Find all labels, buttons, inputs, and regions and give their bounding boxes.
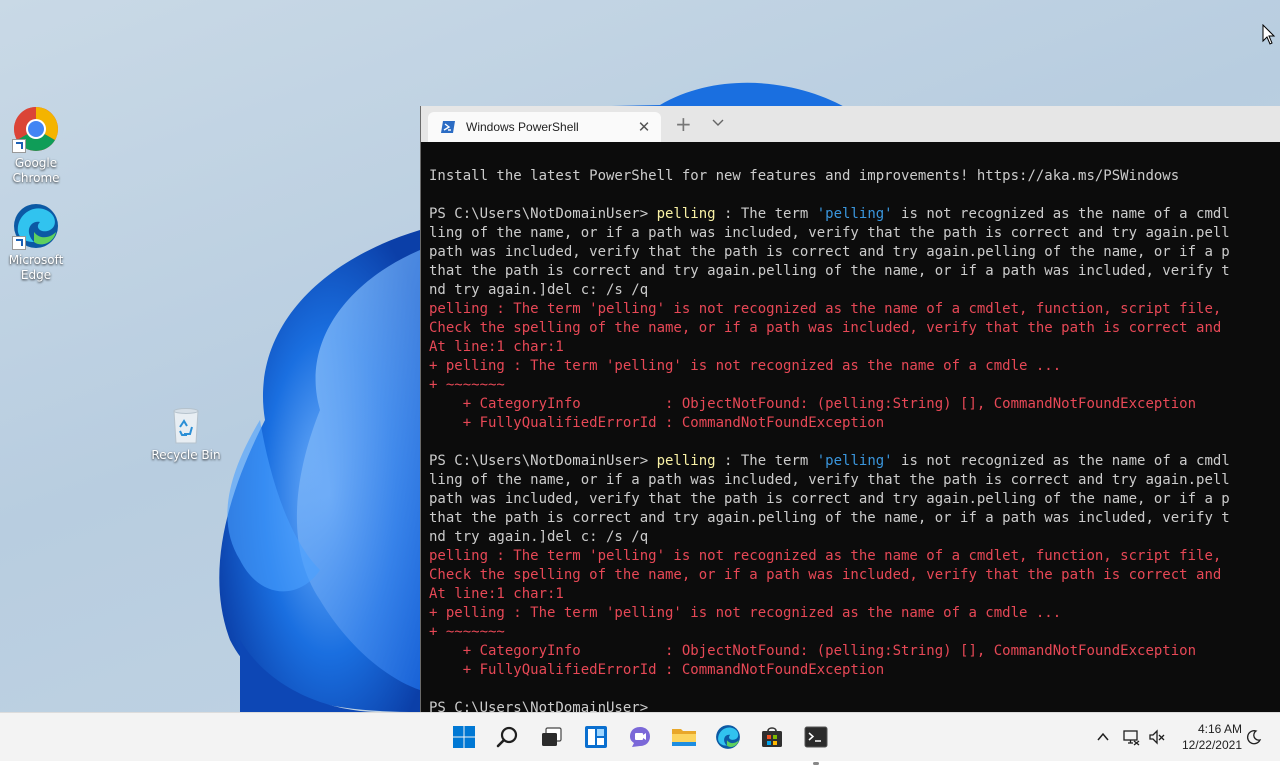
terminal-button[interactable]: [800, 721, 832, 765]
console-line: pelling : The term 'pelling' is not reco…: [429, 301, 1222, 317]
console-line: pelling : The term 'pelling' is not reco…: [429, 548, 1222, 564]
terminal-window[interactable]: Windows PowerShell ✕ + Install the lates…: [420, 106, 1280, 712]
console-line: + pelling : The term 'pelling' is not re…: [429, 358, 1062, 374]
console-line: + pelling : The term 'pelling' is not re…: [429, 605, 1062, 621]
desktop-icon-chrome[interactable]: Google Chrome: [1, 105, 71, 186]
powershell-icon: [441, 121, 455, 133]
console-command: pelling: [656, 453, 716, 469]
task-view-icon: [542, 727, 562, 746]
desktop-icon-label: Google: [14, 156, 58, 170]
console-text-a: : The term: [715, 206, 817, 222]
edge-icon: [716, 725, 740, 749]
task-view-button[interactable]: [536, 721, 568, 753]
console-line: Check the spelling of the name, or if a …: [429, 320, 1222, 336]
chevron-down-icon[interactable]: [711, 118, 725, 128]
mouse-cursor-icon: [1262, 24, 1276, 45]
console-line: + FullyQualifiedErrorId : CommandNotFoun…: [429, 415, 885, 431]
console-line: At line:1 char:1: [429, 586, 564, 602]
clock-time: 4:16 AM: [1197, 722, 1242, 736]
moon-icon[interactable]: [1246, 729, 1262, 745]
clock-date: 12/22/2021: [1181, 738, 1242, 752]
windows-logo-icon: [453, 726, 475, 748]
console-line: ling of the name, or if a path was inclu…: [429, 225, 1230, 241]
desktop-icon-label: Recycle Bin: [151, 448, 221, 462]
console-line: that the path is correct and try again.p…: [429, 510, 1230, 526]
desktop-icon-edge[interactable]: Microsoft Edge: [1, 202, 71, 283]
console-line: path was included, verify that the path …: [429, 491, 1230, 507]
shortcut-arrow-icon: [12, 236, 26, 250]
desktop-icon-label: Microsoft: [8, 253, 64, 267]
new-tab-button[interactable]: +: [675, 114, 692, 134]
console-text-b: is not recognized as the name of a cmdl: [892, 206, 1230, 222]
search-icon: [496, 726, 518, 748]
console-line: + ~~~~~~~: [429, 624, 505, 640]
folder-icon: [672, 729, 696, 746]
console-prompt: PS C:\Users\NotDomainUser>: [429, 453, 657, 469]
console-prompt: PS C:\Users\NotDomainUser>: [429, 206, 657, 222]
system-clock[interactable]: 4:16 AM 12/22/2021: [1172, 721, 1242, 753]
console-line: Check the spelling of the name, or if a …: [429, 567, 1222, 583]
console-line: path was included, verify that the path …: [429, 244, 1230, 260]
console-line: Install the latest PowerShell for new fe…: [429, 168, 1180, 184]
terminal-icon: [804, 726, 828, 748]
close-tab-icon[interactable]: ✕: [636, 118, 652, 136]
chat-button[interactable]: [624, 721, 656, 753]
desktop-icon-recycle-bin[interactable]: Recycle Bin: [151, 405, 221, 463]
tab-windows-powershell[interactable]: Windows PowerShell ✕: [428, 112, 661, 142]
taskbar: 4:16 AM 12/22/2021: [0, 712, 1280, 765]
search-button[interactable]: [492, 721, 524, 753]
chevron-up-icon[interactable]: [1096, 731, 1110, 743]
desktop-icon-label: Chrome: [12, 171, 60, 185]
console-line: + CategoryInfo : ObjectNotFound: (pellin…: [429, 396, 1197, 412]
console-str: 'pelling': [816, 453, 893, 469]
store-icon: [762, 727, 782, 747]
console-line: + FullyQualifiedErrorId : CommandNotFoun…: [429, 662, 885, 678]
tab-title: Windows PowerShell: [466, 120, 579, 134]
console-line: ling of the name, or if a path was inclu…: [429, 472, 1230, 488]
shortcut-arrow-icon: [12, 139, 26, 153]
network-icon[interactable]: [1122, 728, 1140, 746]
chrome-icon: [12, 105, 60, 153]
store-button[interactable]: [756, 721, 788, 753]
widgets-button[interactable]: [580, 721, 612, 753]
teams-chat-icon: [630, 727, 650, 747]
edge-icon: [12, 202, 60, 250]
console-line: nd try again.]del c: /s /q: [429, 529, 649, 545]
console-line: At line:1 char:1: [429, 339, 564, 355]
console-text-b: is not recognized as the name of a cmdl: [892, 453, 1230, 469]
console-line: that the path is correct and try again.p…: [429, 263, 1230, 279]
console-line: + ~~~~~~~: [429, 377, 505, 393]
desktop: Google Chrome Microsoft Edge Recycle Bin: [0, 0, 1280, 712]
widgets-icon: [585, 726, 607, 748]
volume-muted-icon[interactable]: [1148, 729, 1166, 745]
console-command: pelling: [656, 206, 716, 222]
edge-button[interactable]: [712, 721, 744, 753]
desktop-icon-label: Edge: [20, 268, 52, 282]
console-line: PS C:\Users\NotDomainUser> pelling : The…: [429, 205, 1280, 224]
console-output[interactable]: Install the latest PowerShell for new fe…: [429, 148, 1280, 712]
console-line: PS C:\Users\NotDomainUser> pelling : The…: [429, 452, 1280, 471]
start-button[interactable]: [448, 721, 480, 753]
console-line: nd try again.]del c: /s /q: [429, 282, 649, 298]
console-text-a: : The term: [715, 453, 817, 469]
file-explorer-button[interactable]: [668, 721, 700, 753]
console-str: 'pelling': [816, 206, 893, 222]
console-line: PS C:\Users\NotDomainUser>: [429, 700, 649, 712]
recycle-bin-icon: [166, 405, 206, 445]
console-line: + CategoryInfo : ObjectNotFound: (pellin…: [429, 643, 1197, 659]
terminal-tab-bar: Windows PowerShell ✕ +: [421, 106, 1280, 142]
